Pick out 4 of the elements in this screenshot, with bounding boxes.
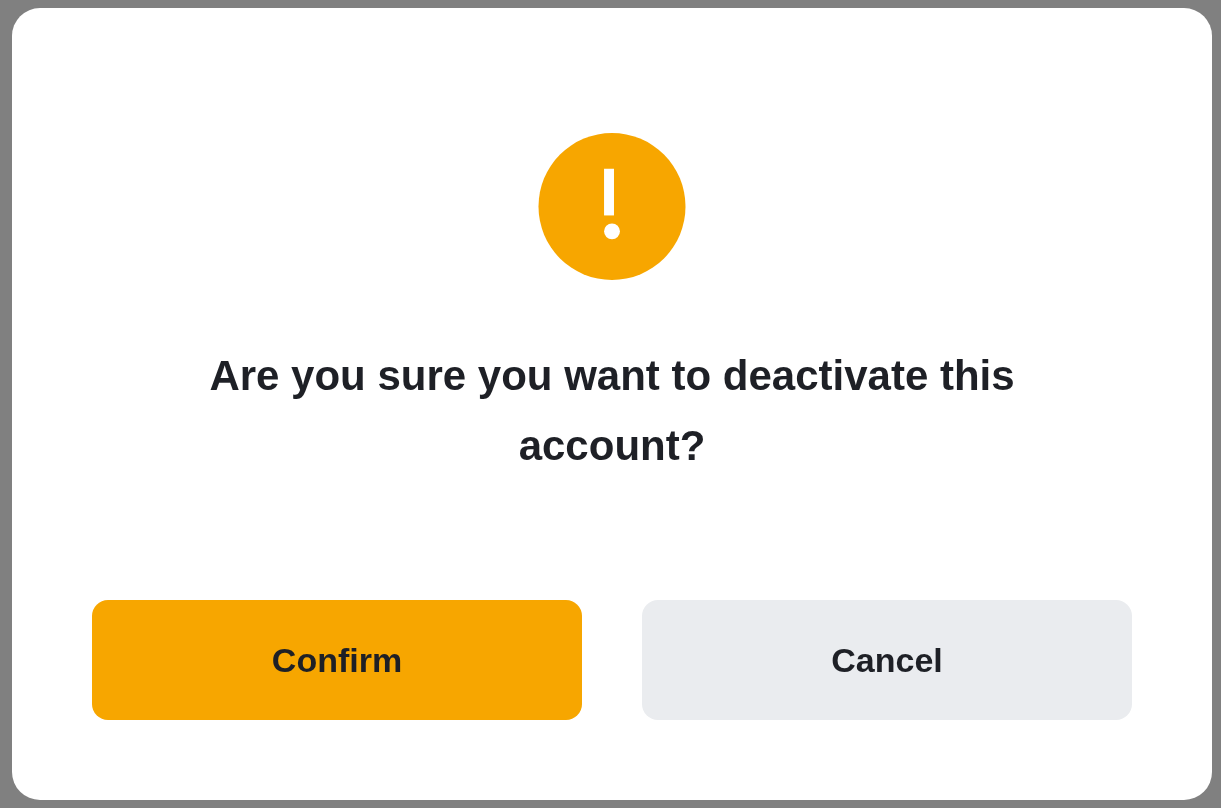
warning-icon [538, 133, 686, 280]
cancel-button[interactable]: Cancel [642, 600, 1132, 720]
confirm-button[interactable]: Confirm [92, 600, 582, 720]
dialog-message: Are you sure you want to deactivate this account? [208, 351, 1016, 471]
